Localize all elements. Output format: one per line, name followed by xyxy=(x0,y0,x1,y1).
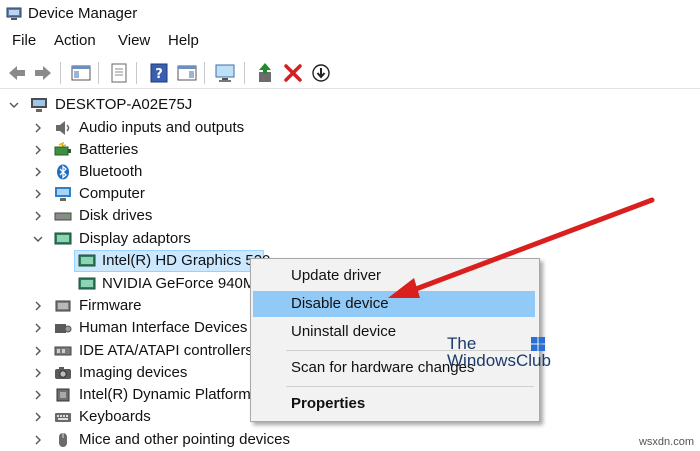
tree-item-computer[interactable]: Computer xyxy=(0,183,700,205)
menu-view[interactable]: View xyxy=(118,32,150,49)
toolbar: ? xyxy=(0,56,700,88)
chevron-down-icon[interactable] xyxy=(8,99,20,111)
show-hide-tree-icon[interactable] xyxy=(70,62,92,84)
disk-drive-icon xyxy=(54,212,72,221)
category-label: Imaging devices xyxy=(79,364,188,381)
firmware-icon xyxy=(55,300,71,312)
title-bar: Device Manager xyxy=(0,0,700,30)
back-icon[interactable] xyxy=(6,62,28,84)
category-label: Keyboards xyxy=(79,408,151,425)
update-driver-icon[interactable] xyxy=(254,62,276,84)
menu-item-label: Update driver xyxy=(291,267,382,284)
toolbar-divider xyxy=(0,88,700,89)
chip-icon xyxy=(56,388,70,402)
menu-help[interactable]: Help xyxy=(168,32,199,49)
tree-item-bluetooth[interactable]: Bluetooth xyxy=(0,161,700,183)
chevron-right-icon[interactable] xyxy=(32,411,44,423)
tree-root[interactable]: DESKTOP-A02E75J xyxy=(0,94,700,116)
bluetooth-icon xyxy=(57,164,69,180)
battery-icon xyxy=(54,142,71,156)
chevron-right-icon[interactable] xyxy=(32,434,44,446)
computer-icon xyxy=(31,98,47,112)
tree-item-display-adaptors[interactable]: Display adaptors xyxy=(0,228,700,250)
chevron-down-icon[interactable] xyxy=(32,233,44,245)
category-label: Computer xyxy=(79,185,145,202)
root-label: DESKTOP-A02E75J xyxy=(55,96,193,113)
scan-monitor-icon[interactable] xyxy=(214,62,236,84)
chevron-right-icon[interactable] xyxy=(32,144,44,156)
watermark: The WindowsClub xyxy=(447,334,557,374)
menu-separator xyxy=(286,386,534,387)
toolbar-separator xyxy=(98,62,99,84)
disable-down-arrow-icon[interactable] xyxy=(310,62,332,84)
menu-item-label: Disable device xyxy=(291,295,389,312)
toolbar-separator xyxy=(244,62,245,84)
chevron-right-icon[interactable] xyxy=(32,300,44,312)
chevron-right-icon[interactable] xyxy=(32,389,44,401)
svg-text:?: ? xyxy=(155,67,163,82)
category-label: Display adaptors xyxy=(79,230,191,247)
window-title: Device Manager xyxy=(28,5,138,22)
device-manager-icon xyxy=(6,7,22,20)
category-label: Disk drives xyxy=(79,207,153,224)
display-adapter-icon xyxy=(54,232,72,245)
category-label: Human Interface Devices xyxy=(79,319,248,336)
category-label: Audio inputs and outputs xyxy=(79,119,245,136)
ide-controller-icon xyxy=(54,346,72,356)
toolbar-separator xyxy=(60,62,61,84)
toolbar-separator xyxy=(136,62,137,84)
display-adapter-icon xyxy=(78,254,96,267)
uninstall-x-icon[interactable] xyxy=(282,62,304,84)
speaker-icon xyxy=(56,121,70,135)
help-icon[interactable]: ? xyxy=(148,62,170,84)
properties-icon[interactable] xyxy=(108,62,130,84)
menu-action[interactable]: Action xyxy=(54,32,96,49)
device-label: Intel(R) HD Graphics 520 xyxy=(102,252,271,269)
chevron-right-icon[interactable] xyxy=(32,122,44,134)
tree-item-mice[interactable]: Mice and other pointing devices xyxy=(0,429,700,451)
category-label: Firmware xyxy=(79,297,142,314)
menu-item-label: Uninstall device xyxy=(291,323,397,340)
chevron-right-icon[interactable] xyxy=(32,210,44,222)
tree-item-audio[interactable]: Audio inputs and outputs xyxy=(0,117,700,139)
tree-item-batteries[interactable]: Batteries xyxy=(0,139,700,161)
computer-icon xyxy=(55,187,71,201)
watermark-line2: WindowsClub xyxy=(447,351,551,370)
category-label: Mice and other pointing devices xyxy=(79,431,290,448)
menu-item-update-driver[interactable]: Update driver xyxy=(253,263,535,289)
display-adapter-icon xyxy=(78,277,96,290)
site-credit: wsxdn.com xyxy=(638,436,694,448)
menu-item-label: Properties xyxy=(291,395,366,412)
keyboard-icon xyxy=(55,413,71,422)
chevron-right-icon[interactable] xyxy=(32,166,44,178)
menu-item-disable-device[interactable]: Disable device xyxy=(253,291,535,317)
action-pane-icon[interactable] xyxy=(176,62,198,84)
hid-icon xyxy=(55,324,72,333)
chevron-right-icon[interactable] xyxy=(32,322,44,334)
menu-item-properties[interactable]: Properties xyxy=(253,391,535,417)
category-label: Batteries xyxy=(79,141,139,158)
chevron-right-icon[interactable] xyxy=(32,345,44,357)
mouse-icon xyxy=(59,433,67,447)
chevron-right-icon[interactable] xyxy=(32,188,44,200)
windows-logo-icon xyxy=(531,337,545,351)
menu-file[interactable]: File xyxy=(12,32,36,49)
toolbar-separator xyxy=(204,62,205,84)
category-label: IDE ATA/ATAPI controllers xyxy=(79,342,253,359)
chevron-right-icon[interactable] xyxy=(32,367,44,379)
category-label: Bluetooth xyxy=(79,163,143,180)
tree-item-disk-drives[interactable]: Disk drives xyxy=(0,205,700,227)
camera-icon xyxy=(55,367,71,379)
forward-icon[interactable] xyxy=(32,62,54,84)
menu-bar: File Action View Help xyxy=(0,30,700,54)
device-label: NVIDIA GeForce 940MX xyxy=(102,275,266,292)
